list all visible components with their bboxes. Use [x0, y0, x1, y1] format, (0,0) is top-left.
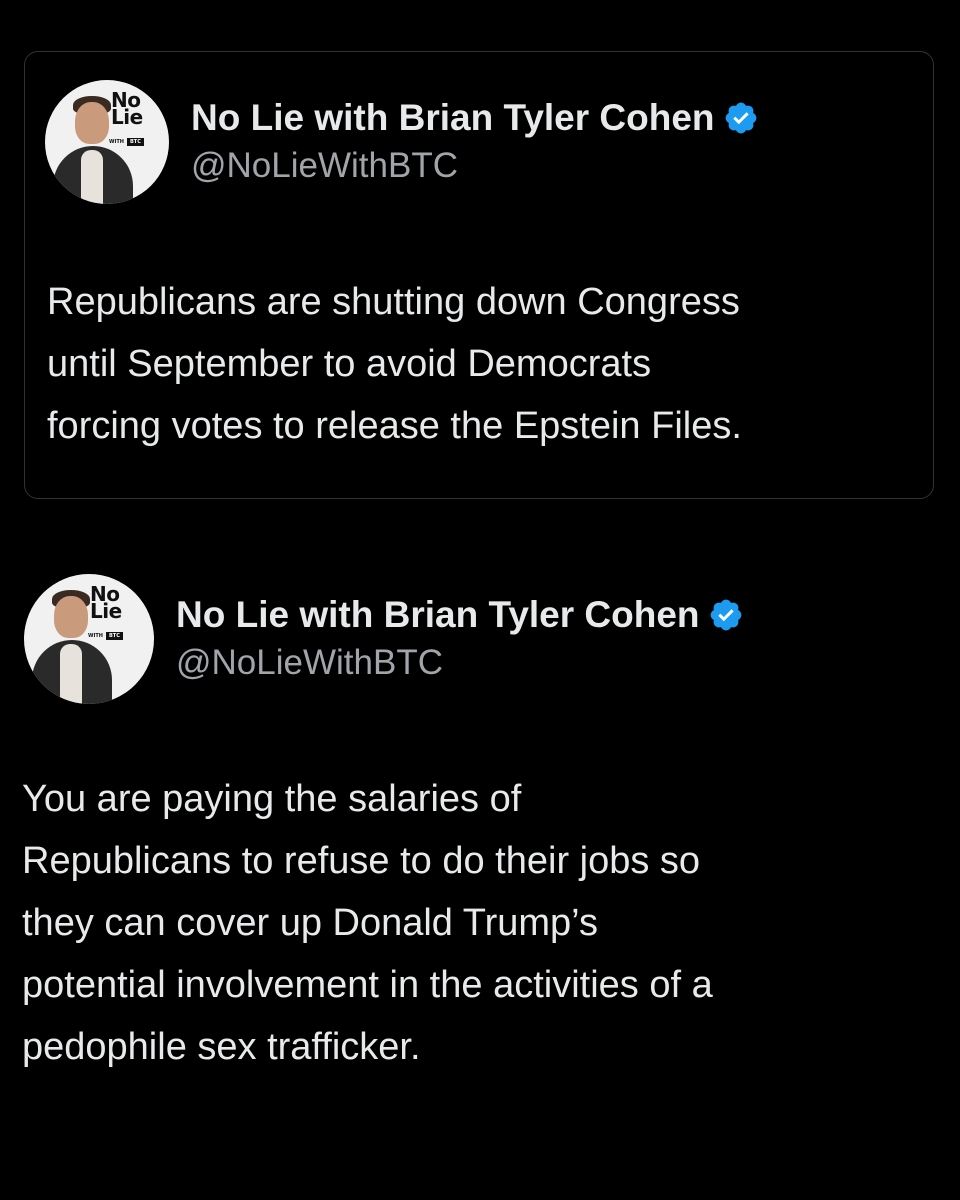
avatar-person-head [54, 596, 88, 638]
main-tweet-header: No Lie WITH BTC No Lie with Brian Tyler … [24, 574, 744, 704]
display-name[interactable]: No Lie with Brian Tyler Cohen [176, 593, 700, 637]
avatar-logo-sub-left: WITH [109, 139, 124, 145]
avatar-logo-text: No Lie [90, 582, 122, 623]
avatar-person-shirt [60, 644, 82, 704]
avatar-logo-sub-right: BTC [105, 632, 123, 640]
handle[interactable]: @NoLieWithBTC [191, 144, 759, 188]
avatar-logo-text: No Lie [111, 88, 143, 129]
handle[interactable]: @NoLieWithBTC [176, 641, 744, 685]
verified-badge-icon [725, 102, 756, 134]
verified-badge-icon [710, 599, 741, 631]
quoted-tweet-text: Republicans are shutting down Congress u… [47, 281, 742, 447]
avatar-logo-sub: WITH BTC [88, 632, 123, 640]
quoted-tweet-card[interactable]: No Lie WITH BTC No Lie with Brian Tyler … [24, 51, 934, 499]
avatar-person-shirt [81, 150, 103, 204]
avatar[interactable]: No Lie WITH BTC [24, 574, 154, 704]
avatar-logo-sub: WITH BTC [109, 138, 144, 146]
main-tweet-text: You are paying the salaries of Republica… [22, 778, 713, 1068]
quoted-tweet-header: No Lie WITH BTC No Lie with Brian Tyler … [45, 80, 759, 204]
display-name[interactable]: No Lie with Brian Tyler Cohen [191, 96, 715, 140]
name-row: No Lie with Brian Tyler Cohen [176, 593, 744, 637]
name-block: No Lie with Brian Tyler Cohen @NoLieWith… [176, 593, 744, 685]
name-block: No Lie with Brian Tyler Cohen @NoLieWith… [191, 96, 759, 188]
avatar-logo-sub-left: WITH [88, 633, 103, 639]
name-row: No Lie with Brian Tyler Cohen [191, 96, 759, 140]
avatar-logo-sub-right: BTC [126, 138, 144, 146]
avatar[interactable]: No Lie WITH BTC [45, 80, 169, 204]
avatar-person-head [75, 102, 109, 144]
